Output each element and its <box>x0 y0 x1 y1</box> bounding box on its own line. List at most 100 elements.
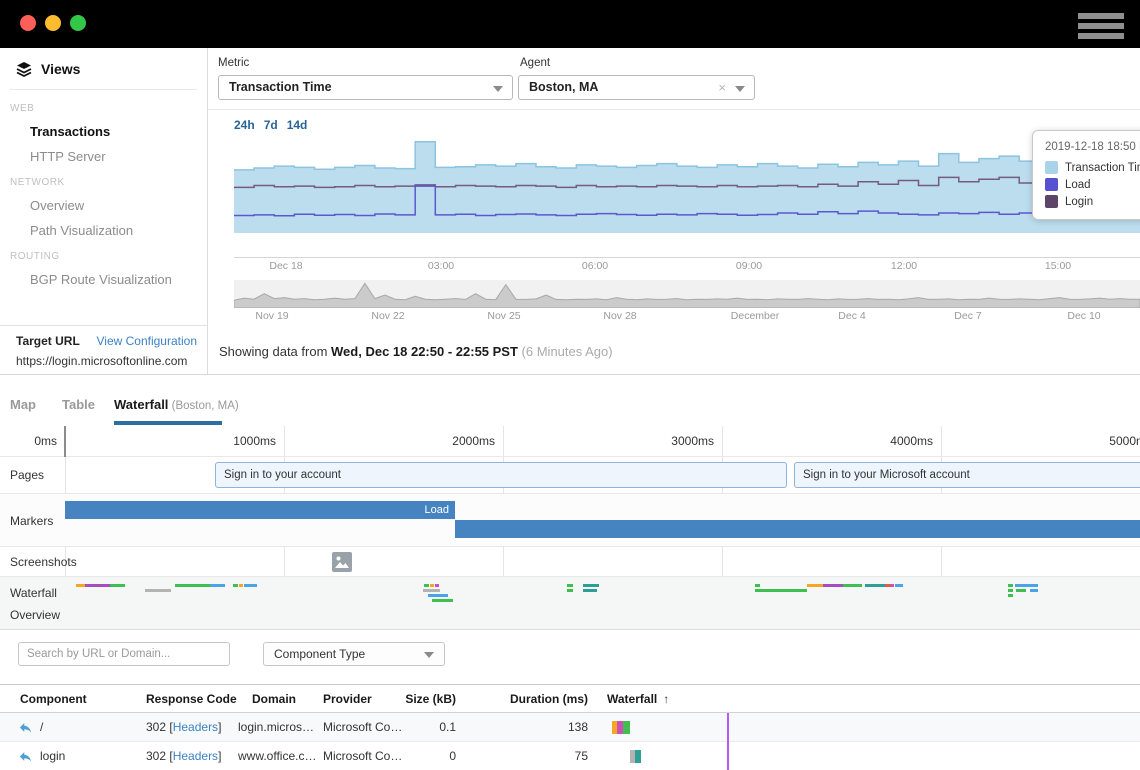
col-duration[interactable]: Duration (ms) <box>510 692 588 706</box>
col-size[interactable]: Size (kB) <box>400 692 456 706</box>
views-sidebar: Views WEB Transactions HTTP Server NETWO… <box>0 48 208 374</box>
overview-request-segment <box>85 584 110 587</box>
overview-row-label-line1: Waterfall <box>10 586 57 600</box>
headers-link[interactable]: Headers <box>173 720 218 734</box>
overview-request-segment <box>807 584 823 587</box>
sidebar-item-path-visualization[interactable]: Path Visualization <box>30 223 207 238</box>
image-icon <box>332 552 352 572</box>
waterfall-timeline-grid: 0ms1000ms2000ms3000ms4000ms5000ms Pages … <box>0 426 1140 630</box>
cell-size: 0 <box>400 749 456 763</box>
time-tick-label: 4000ms <box>853 434 933 448</box>
screenshot-thumbnail-icon[interactable] <box>332 552 352 572</box>
mini-waterfall-segment <box>635 750 641 763</box>
cell-component: / <box>40 720 43 734</box>
waterfall-section: Map Table Waterfall (Boston, MA) 0ms 1000… <box>0 374 1140 770</box>
overview-request-segment <box>110 584 125 587</box>
overview-request-segment <box>244 584 257 587</box>
brush-tick: Nov 19 <box>255 310 288 322</box>
timerange-24h[interactable]: 24h <box>234 118 255 132</box>
cell-component: login <box>40 749 65 763</box>
tab-map[interactable]: Map <box>10 397 36 412</box>
overview-request-segment <box>1016 589 1026 592</box>
close-window-button[interactable] <box>20 15 36 31</box>
overview-request-segment <box>428 594 448 597</box>
sidebar-item-transactions[interactable]: Transactions <box>30 124 207 139</box>
timerange-14d[interactable]: 14d <box>287 118 308 132</box>
col-component[interactable]: Component <box>20 692 87 706</box>
redirect-icon <box>18 720 33 735</box>
tooltip-timestamp: 2019-12-18 18:50 PST <box>1045 141 1140 153</box>
tab-waterfall[interactable]: Waterfall (Boston, MA) <box>114 397 239 412</box>
x-axis-tick: 15:00 <box>1045 260 1071 272</box>
load-swatch <box>1045 178 1058 191</box>
minimize-window-button[interactable] <box>45 15 61 31</box>
brush-x-axis-ticks: Nov 19Nov 22Nov 25Nov 28DecemberDec 4Dec… <box>234 310 1140 322</box>
legend-row-transaction-time: Transaction Time <box>1045 161 1140 174</box>
chart-tooltip: 2019-12-18 18:50 PST Transaction Time Lo… <box>1032 130 1140 220</box>
component-table-header: Component Response Code Domain Provider … <box>0 684 1140 713</box>
agent-select[interactable]: Boston, MA × <box>518 75 755 100</box>
view-tabs: Map Table Waterfall (Boston, MA) <box>0 375 1140 426</box>
time-tick-label: 0ms <box>0 434 57 448</box>
overview-request-segment <box>567 589 573 592</box>
layers-icon <box>16 61 32 77</box>
search-input[interactable] <box>18 642 230 666</box>
overview-request-segment <box>175 584 210 587</box>
sidebar-title: Views <box>41 61 80 77</box>
overview-request-segment <box>424 584 429 587</box>
col-response-code[interactable]: Response Code <box>146 692 237 706</box>
waterfall-time-axis: 0ms1000ms2000ms3000ms4000ms5000ms <box>0 426 1140 457</box>
overview-request-segment <box>890 584 894 587</box>
brush-tick: Nov 28 <box>603 310 636 322</box>
overview-request-segment <box>823 584 843 587</box>
chart-x-axis-ticks: Dec 1803:0006:0009:0012:0015:00 <box>234 260 1140 272</box>
overview-request-segment <box>1030 589 1038 592</box>
timeline-zero-gridline <box>64 426 66 457</box>
overview-request-segment <box>435 584 439 587</box>
clear-agent-icon[interactable]: × <box>718 76 726 99</box>
view-configuration-link[interactable]: View Configuration <box>96 334 197 348</box>
timeline-brush-chart[interactable] <box>234 280 1140 308</box>
time-tick-label: 5000ms <box>1072 434 1140 448</box>
cell-provider: Microsoft Co… <box>323 720 402 734</box>
app-window: Views WEB Transactions HTTP Server NETWO… <box>0 0 1140 770</box>
metric-label: Metric <box>218 57 249 69</box>
component-type-select[interactable]: Component Type <box>263 642 445 666</box>
page-span[interactable]: Sign in to your Microsoft account <box>794 462 1140 488</box>
marker-bar: Load <box>65 501 455 519</box>
overview-request-segment <box>76 584 85 587</box>
waterfall-filter-row: Component Type <box>0 630 1140 684</box>
cell-provider: Microsoft Co… <box>323 749 402 763</box>
chart-panel: Metric Transaction Time Agent Boston, MA… <box>208 48 1140 374</box>
timerange-7d[interactable]: 7d <box>264 118 278 132</box>
headers-link[interactable]: Headers <box>173 749 218 763</box>
col-provider[interactable]: Provider <box>323 692 372 706</box>
data-range-status: Showing data from Wed, Dec 18 22:50 - 22… <box>219 344 613 359</box>
maximize-window-button[interactable] <box>70 15 86 31</box>
col-waterfall[interactable]: Waterfall↑ <box>607 692 669 706</box>
pages-row-label: Pages <box>10 468 44 482</box>
sidebar-item-bgp-route-visualization[interactable]: BGP Route Visualization <box>30 272 207 287</box>
component-type-value: Component Type <box>274 647 365 661</box>
sidebar-item-http-server[interactable]: HTTP Server <box>30 149 207 164</box>
overview-request-segment <box>210 584 225 587</box>
page-span[interactable]: Sign in to your account <box>215 462 787 488</box>
x-axis-tick: 03:00 <box>428 260 454 272</box>
tab-table[interactable]: Table <box>62 397 95 412</box>
brush-tick: Nov 22 <box>371 310 404 322</box>
target-url-label: Target URL <box>16 334 80 348</box>
sidebar-item-overview[interactable]: Overview <box>30 198 207 213</box>
table-row[interactable]: login 302 [Headers] www.office.c… Micros… <box>0 742 1140 770</box>
metric-value: Transaction Time <box>229 80 332 94</box>
metric-select[interactable]: Transaction Time <box>218 75 513 100</box>
hamburger-menu-icon[interactable] <box>1078 13 1124 39</box>
col-domain[interactable]: Domain <box>252 692 296 706</box>
window-titlebar <box>0 0 1140 48</box>
overview-request-segment <box>895 584 903 587</box>
time-tick-label: 1000ms <box>196 434 276 448</box>
overview-request-segment <box>1015 584 1038 587</box>
table-row[interactable]: / 302 [Headers] login.micros… Microsoft … <box>0 713 1140 742</box>
overview-request-segment <box>755 584 760 587</box>
overview-request-segment <box>757 589 807 592</box>
component-table: Component Response Code Domain Provider … <box>0 684 1140 770</box>
